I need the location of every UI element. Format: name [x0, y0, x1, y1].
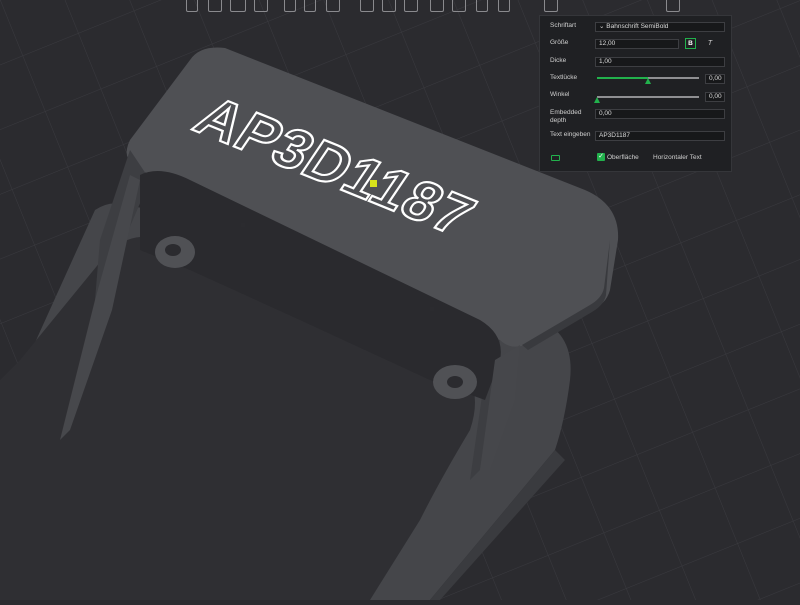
size-input[interactable]: 12,00: [595, 39, 679, 49]
gap-row: Textlücke 0,00: [550, 74, 725, 86]
text-input-label: Text eingeben: [550, 131, 591, 138]
text-anchor-handle[interactable]: [370, 180, 377, 187]
view-icon[interactable]: [404, 0, 418, 12]
text-input[interactable]: AP3D1187: [595, 131, 725, 141]
size-label: Größe: [550, 39, 569, 46]
cut-icon[interactable]: [304, 0, 316, 12]
gap-input[interactable]: 0,00: [705, 74, 725, 84]
embedded-depth-row: Embedded depth 0,00: [550, 109, 725, 127]
support-icon[interactable]: [452, 0, 466, 12]
font-label: Schriftart: [550, 22, 577, 29]
emboss-icon[interactable]: [544, 0, 558, 12]
depth-label: depth: [550, 117, 567, 124]
measure-icon[interactable]: [382, 0, 396, 12]
font-select[interactable]: ⌄ Bahnschrift SemiBold: [595, 22, 725, 32]
surface-label: Oberfläche: [607, 154, 639, 161]
text-input-row: Text eingeben AP3D1187: [550, 131, 725, 141]
thickness-input[interactable]: 1,00: [595, 57, 725, 67]
font-row: Schriftart ⌄ Bahnschrift SemiBold: [550, 22, 725, 32]
text-icon[interactable]: [186, 0, 198, 12]
variable-layer-icon[interactable]: [498, 0, 510, 12]
top-toolbar: [180, 0, 700, 14]
angle-slider[interactable]: [594, 96, 699, 103]
layers-icon[interactable]: [254, 0, 268, 12]
grid-icon[interactable]: [208, 0, 222, 12]
seam-icon[interactable]: [476, 0, 488, 12]
move-icon[interactable]: [360, 0, 374, 12]
font-select-value: Bahnschrift SemiBold: [606, 23, 669, 30]
gap-label: Textlücke: [550, 74, 578, 81]
text-emboss-panel: Schriftart ⌄ Bahnschrift SemiBold Größe …: [539, 15, 732, 172]
gap-slider-handle[interactable]: [645, 78, 651, 84]
list-icon[interactable]: [326, 0, 340, 12]
embedded-label: Embedded: [550, 109, 582, 116]
sketch-icon[interactable]: [230, 0, 246, 12]
paint-icon[interactable]: [284, 0, 296, 12]
embedded-depth-input[interactable]: 0,00: [595, 109, 725, 119]
gap-slider[interactable]: [597, 77, 699, 84]
angle-label: Winkel: [550, 91, 570, 98]
size-row: Größe 12,00 B T: [550, 38, 723, 49]
angle-input[interactable]: 0,00: [705, 92, 725, 102]
thickness-row: Dicke 1,00: [550, 57, 725, 67]
assembly-icon[interactable]: [430, 0, 444, 12]
bold-button[interactable]: B: [685, 38, 696, 49]
gap-slider-fill: [597, 77, 648, 79]
options-row: ✓ Oberfläche Horizontaler Text: [550, 153, 723, 163]
angle-slider-handle[interactable]: [594, 97, 600, 103]
horizontal-text-label[interactable]: Horizontaler Text: [653, 154, 702, 162]
settings-icon[interactable]: [666, 0, 680, 12]
italic-button[interactable]: T: [705, 39, 715, 49]
apply-icon[interactable]: [551, 155, 560, 161]
surface-checkbox[interactable]: ✓: [597, 153, 605, 161]
angle-row: Winkel 0,00: [550, 91, 725, 103]
thickness-label: Dicke: [550, 57, 567, 64]
